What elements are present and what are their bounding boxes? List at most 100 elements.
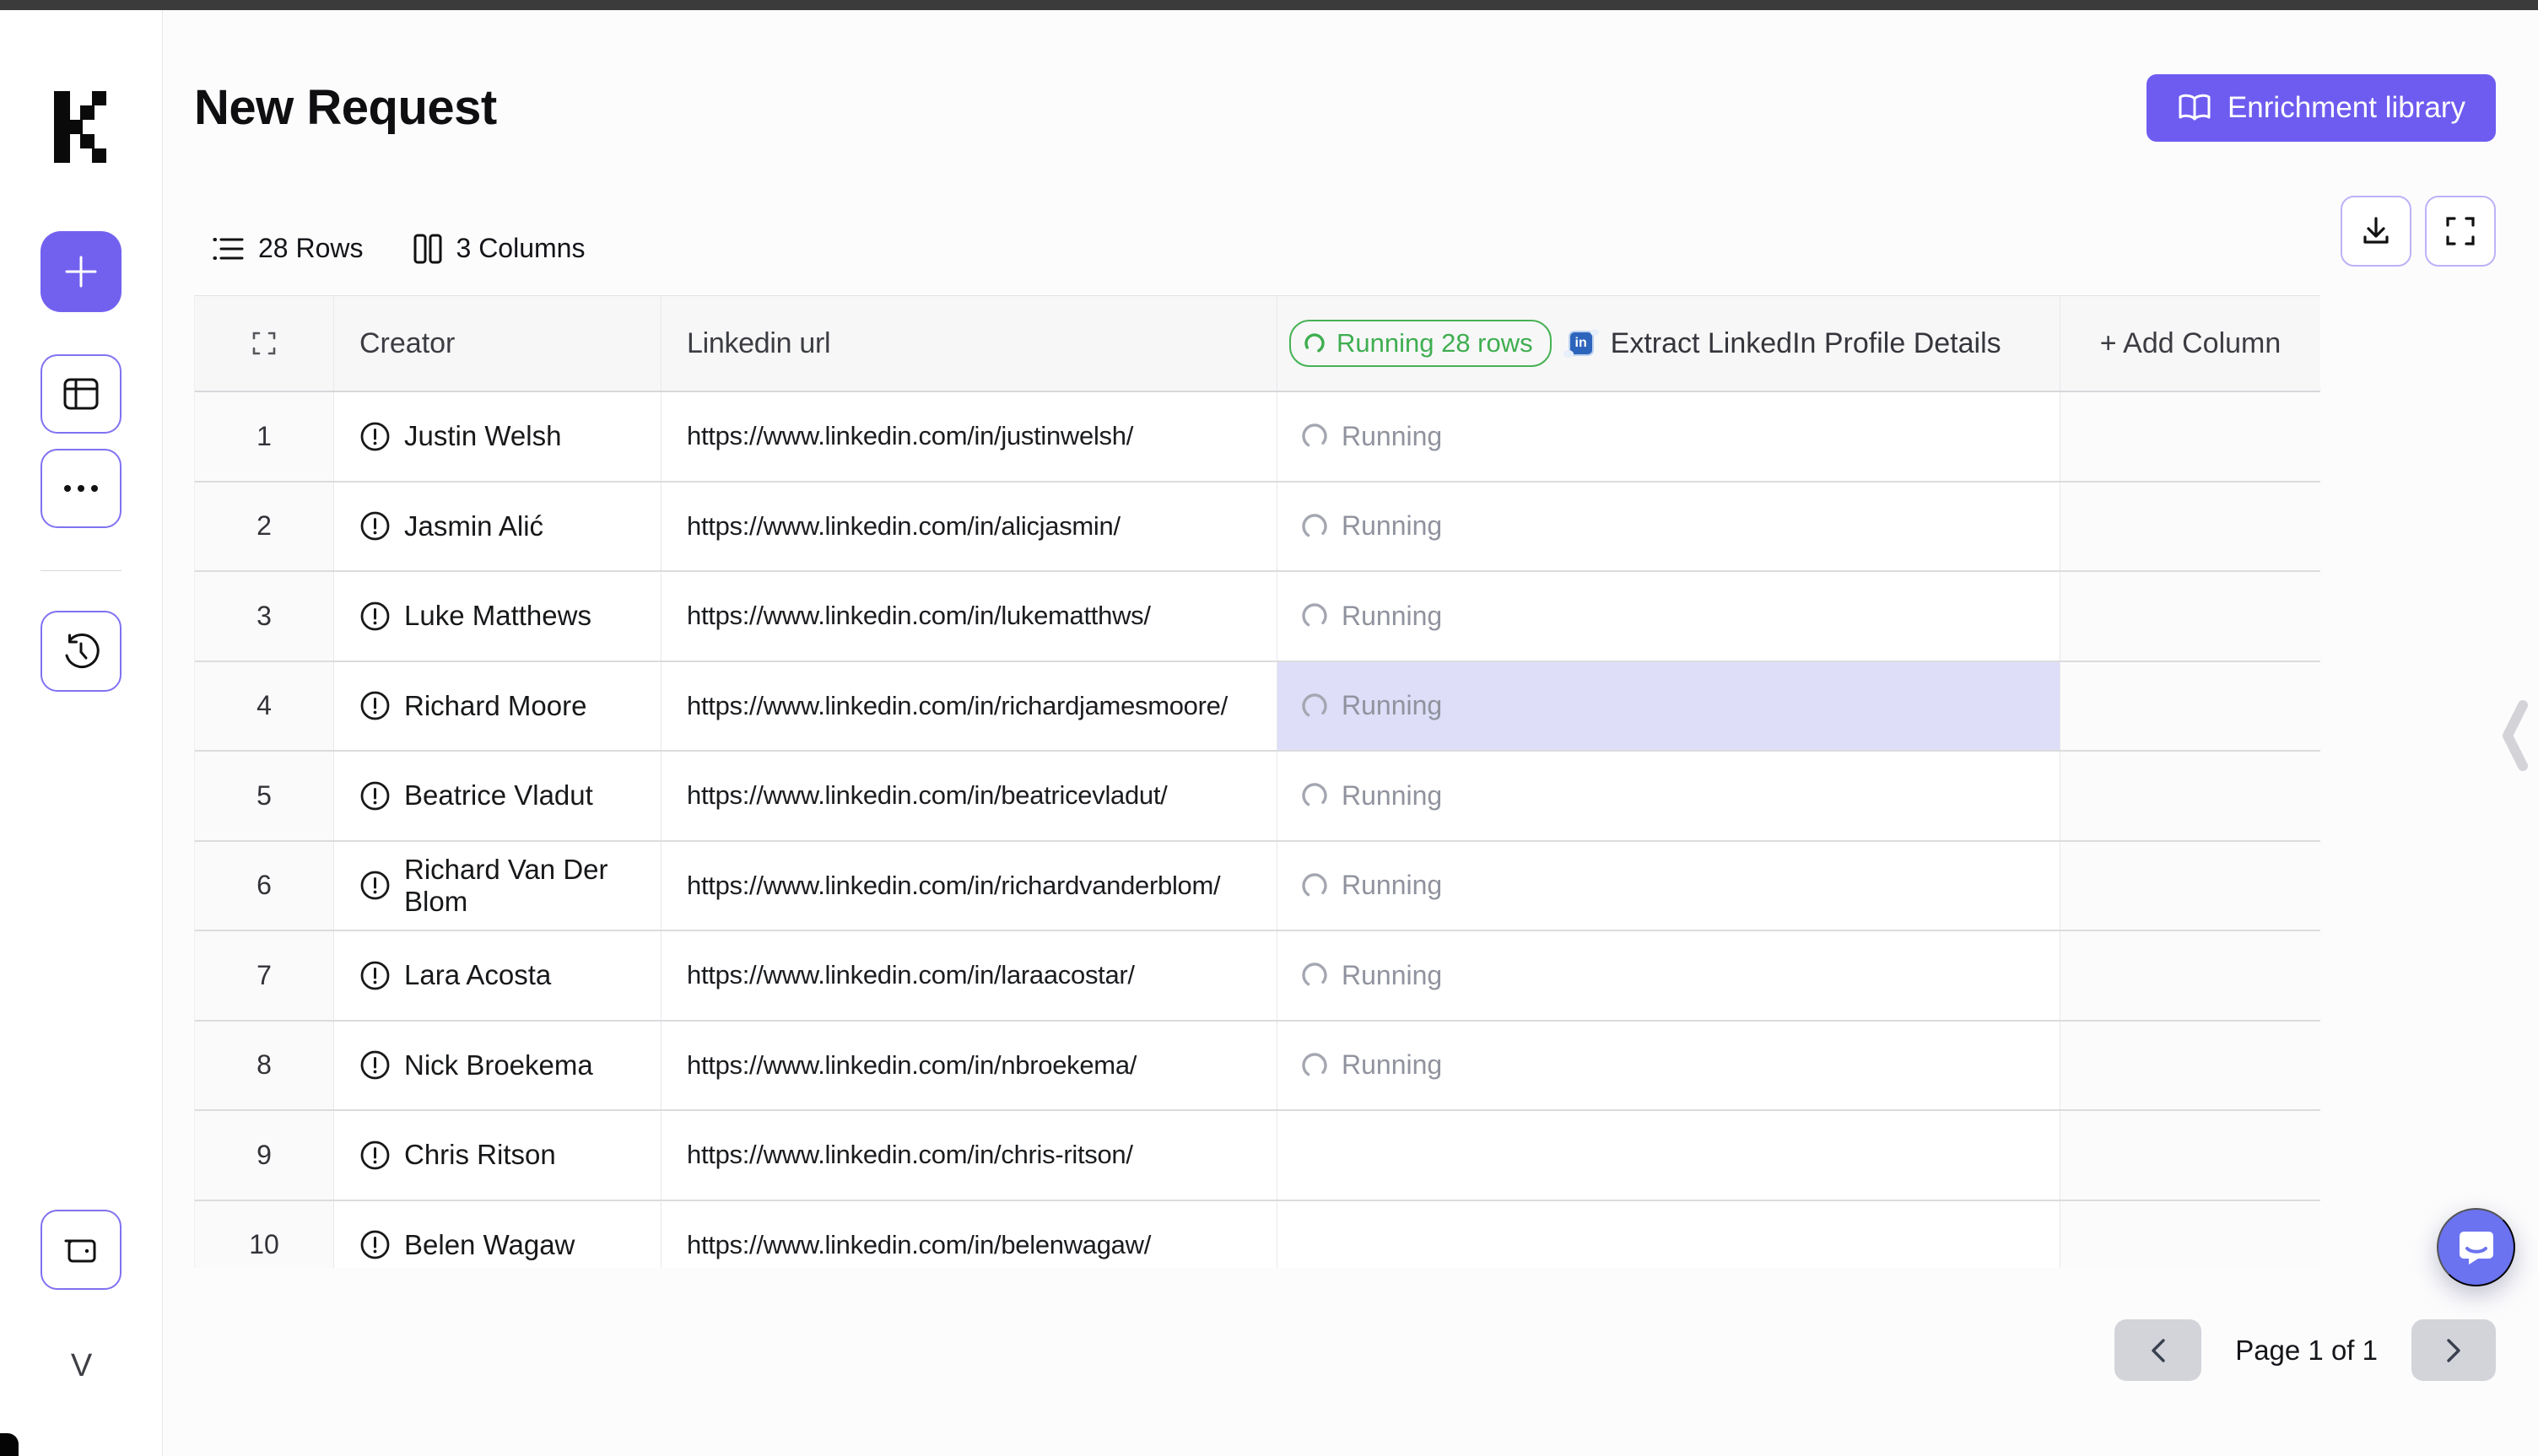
chat-widget-button[interactable] (2437, 1208, 2515, 1286)
linkedin-url-cell[interactable]: https://www.linkedin.com/in/alicjasmin/ (662, 482, 1277, 570)
enrichment-status-cell[interactable]: Running (1277, 661, 2060, 750)
column-header-linkedin-url[interactable]: Linkedin url (662, 296, 1277, 391)
linkedin-url-cell[interactable]: https://www.linkedin.com/in/belenwagaw/ (662, 1200, 1277, 1268)
app-logo (54, 91, 108, 163)
table-header-row: Creator Linkedin url Running 28 rows in … (195, 296, 2320, 392)
creator-cell[interactable]: Nick Broekema (334, 1021, 662, 1109)
chevron-right-icon (2443, 1336, 2465, 1365)
enrichment-library-button[interactable]: Enrichment library (2146, 74, 2496, 142)
creator-name: Lara Acosta (404, 959, 552, 991)
enrichment-status-cell[interactable]: Running (1277, 752, 2060, 840)
row-number-cell: 9 (195, 1111, 334, 1200)
linkedin-url-cell[interactable]: https://www.linkedin.com/in/richardvande… (662, 841, 1277, 930)
table-row[interactable]: 10 Belen Wagaw https://www.linkedin.com/… (195, 1200, 2320, 1268)
table-row[interactable]: 3 Luke Matthews https://www.linkedin.com… (195, 572, 2320, 662)
add-column-body-cell (2060, 482, 2320, 570)
creator-cell[interactable]: Chris Ritson (334, 1111, 662, 1200)
column-header-creator[interactable]: Creator (334, 296, 662, 391)
enrichment-library-label: Enrichment library (2227, 91, 2465, 124)
creator-cell[interactable]: Lara Acosta (334, 931, 662, 1020)
sidebar-item-more[interactable] (40, 449, 122, 528)
enrichment-status-cell[interactable]: Running (1277, 841, 2060, 930)
running-status: Running (1299, 780, 1442, 812)
table-row[interactable]: 4 Richard Moore https://www.linkedin.com… (195, 661, 2320, 752)
creator-cell[interactable]: Jasmin Alić (334, 482, 662, 570)
linkedin-url-cell[interactable]: https://www.linkedin.com/in/laraacostar/ (662, 931, 1277, 1020)
table-row[interactable]: 9 Chris Ritson https://www.linkedin.com/… (195, 1111, 2320, 1201)
row-number-cell: 1 (195, 392, 334, 481)
sidebar-item-billing[interactable] (40, 1210, 122, 1290)
linkedin-url-cell[interactable]: https://www.linkedin.com/in/chris-ritson… (662, 1111, 1277, 1200)
table-row[interactable]: 5 Beatrice Vladut https://www.linkedin.c… (195, 752, 2320, 842)
table-row[interactable]: 1 Justin Welsh https://www.linkedin.com/… (195, 392, 2320, 483)
linkedin-url-cell[interactable]: https://www.linkedin.com/in/beatricevlad… (662, 752, 1277, 840)
columns-icon (413, 234, 443, 264)
add-column-body-cell (2060, 752, 2320, 840)
creator-name: Nick Broekema (404, 1049, 593, 1081)
fullscreen-button[interactable] (2425, 196, 2496, 267)
column-header-enrichment[interactable]: Running 28 rows in Extract LinkedIn Prof… (1277, 296, 2060, 391)
expand-table-header-cell[interactable] (195, 296, 334, 391)
columns-count[interactable]: 3 Columns (413, 233, 585, 264)
enrichment-status-cell[interactable]: Running (1277, 931, 2060, 1020)
table-row[interactable]: 7 Lara Acosta https://www.linkedin.com/i… (195, 931, 2320, 1022)
linkedin-url: https://www.linkedin.com/in/justinwelsh/ (687, 421, 1134, 451)
running-rows-badge: Running 28 rows (1289, 320, 1552, 367)
fullscreen-icon (2444, 214, 2477, 248)
creator-cell[interactable]: Richard Van Der Blom (334, 841, 662, 930)
row-number-cell: 10 (195, 1200, 334, 1268)
collapse-panel-handle[interactable] (2496, 698, 2531, 773)
spinner-icon (1304, 333, 1325, 353)
enrichment-status-cell[interactable]: Running (1277, 482, 2060, 570)
next-page-button[interactable] (2411, 1319, 2496, 1381)
enrichment-status-cell[interactable]: Running (1277, 572, 2060, 661)
creator-cell[interactable]: Belen Wagaw (334, 1200, 662, 1268)
sidebar: V (0, 10, 163, 1456)
sidebar-divider (40, 570, 122, 571)
row-number-cell: 4 (195, 661, 334, 750)
creator-cell[interactable]: Luke Matthews (334, 572, 662, 661)
linkedin-url-cell[interactable]: https://www.linkedin.com/in/richardjames… (662, 661, 1277, 750)
screen-corner-artifact (0, 1433, 19, 1456)
enrichment-status-cell[interactable] (1277, 1111, 2060, 1200)
table-actions (2341, 196, 2496, 267)
enrichment-status-cell[interactable] (1277, 1200, 2060, 1268)
linkedin-url-cell[interactable]: https://www.linkedin.com/in/lukematthws/ (662, 572, 1277, 661)
new-request-button[interactable] (40, 231, 122, 312)
rows-count[interactable]: 28 Rows (213, 233, 364, 264)
spinner-icon (1302, 963, 1327, 988)
alert-circle-icon (359, 870, 391, 901)
add-column-body-cell (2060, 572, 2320, 661)
add-column-button[interactable]: + Add Column (2060, 296, 2320, 391)
page-title: New Request (194, 80, 497, 135)
table-row[interactable]: 8 Nick Broekema https://www.linkedin.com… (195, 1021, 2320, 1111)
user-initial[interactable]: V (0, 1348, 163, 1384)
spinner-icon (1302, 873, 1327, 898)
add-column-body-cell (2060, 392, 2320, 481)
linkedin-url: https://www.linkedin.com/in/laraacostar/ (687, 960, 1135, 990)
creator-name: Chris Ritson (404, 1139, 556, 1171)
linkedin-url-cell[interactable]: https://www.linkedin.com/in/nbroekema/ (662, 1021, 1277, 1109)
table-layout-icon (62, 377, 100, 411)
table-row[interactable]: 2 Jasmin Alić https://www.linkedin.com/i… (195, 482, 2320, 572)
sidebar-item-history[interactable] (40, 611, 122, 692)
add-column-body-cell (2060, 931, 2320, 1020)
table-row[interactable]: 6 Richard Van Der Blom https://www.linke… (195, 841, 2320, 931)
alert-circle-icon (359, 780, 391, 812)
row-number-cell: 2 (195, 482, 334, 570)
enrichment-status-cell[interactable]: Running (1277, 1021, 2060, 1109)
spinner-icon (1302, 514, 1327, 539)
running-status: Running (1299, 1049, 1442, 1081)
linkedin-url-cell[interactable]: https://www.linkedin.com/in/justinwelsh/ (662, 392, 1277, 481)
running-status: Running (1299, 601, 1442, 632)
enrichment-status-cell[interactable]: Running (1277, 392, 2060, 481)
previous-page-button[interactable] (2114, 1319, 2202, 1381)
creator-cell[interactable]: Richard Moore (334, 661, 662, 750)
sidebar-item-tables[interactable] (40, 354, 122, 434)
running-status: Running (1299, 690, 1442, 721)
download-button[interactable] (2341, 196, 2411, 267)
creator-cell[interactable]: Justin Welsh (334, 392, 662, 481)
rows-list-icon (213, 235, 245, 262)
ellipsis-icon (62, 483, 100, 493)
creator-cell[interactable]: Beatrice Vladut (334, 752, 662, 840)
